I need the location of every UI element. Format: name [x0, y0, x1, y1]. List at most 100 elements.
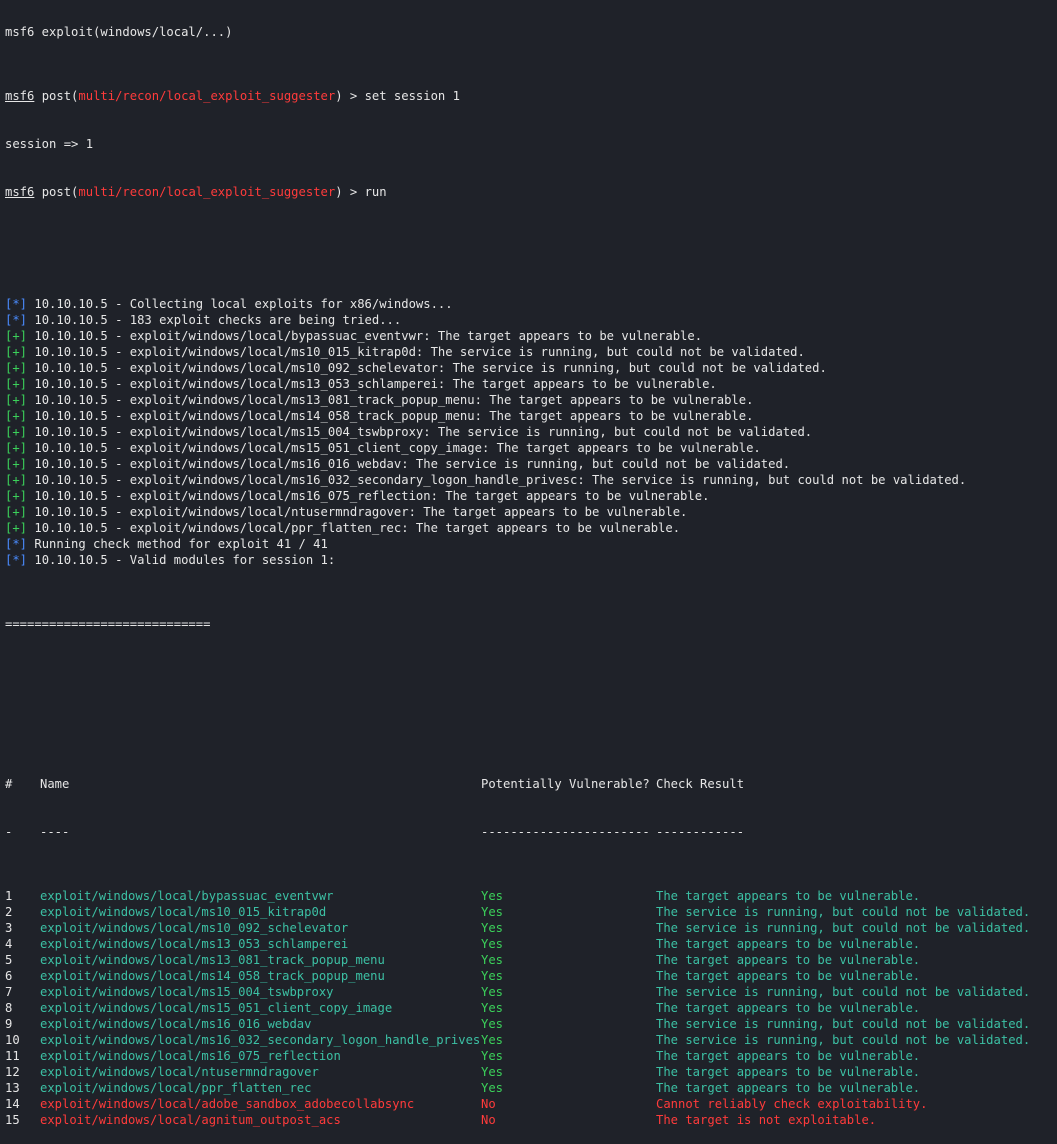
row-module-name: exploit/windows/local/ntusermndragover: [40, 1065, 319, 1079]
success-marker: [+]: [5, 345, 28, 359]
success-marker: [+]: [5, 521, 28, 535]
success-marker: [+]: [5, 505, 28, 519]
row-vulnerable: Yes: [481, 921, 504, 935]
row-vulnerable: Yes: [481, 1049, 504, 1063]
header-result: Check Result: [656, 777, 745, 791]
log-line: [+] 10.10.10.5 - exploit/windows/local/n…: [5, 504, 1057, 520]
table-row: 6 exploit/windows/local/ms14_058_track_po…: [5, 968, 1057, 984]
table-header-underline: - ---- ----------------------- ------------: [5, 824, 1057, 840]
table-row: 14 exploit/windows/local/adobe_sandbox_ad…: [5, 1096, 1057, 1112]
success-marker: [+]: [5, 425, 28, 439]
row-vulnerable: Yes: [481, 1017, 504, 1031]
header-num: #: [5, 777, 13, 791]
table-row: 15 exploit/windows/local/agnitum_outpost_…: [5, 1112, 1057, 1128]
table-row: 12 exploit/windows/local/ntusermndragover…: [5, 1064, 1057, 1080]
underline-vuln: -----------------------: [481, 825, 650, 839]
row-num: 10: [5, 1033, 20, 1047]
row-check-result: The target appears to be vulnerable.: [656, 969, 921, 983]
log-line: [+] 10.10.10.5 - exploit/windows/local/m…: [5, 360, 1057, 376]
row-num: 3: [5, 921, 13, 935]
table-row: 9 exploit/windows/local/ms16_016_webdav Ye…: [5, 1016, 1057, 1032]
row-num: 15: [5, 1113, 20, 1127]
log-line: [+] 10.10.10.5 - exploit/windows/local/m…: [5, 408, 1057, 424]
prompt-close: ) >: [335, 89, 365, 103]
command-line-set-session: msf6 post(multi/recon/local_exploit_sugg…: [5, 88, 1057, 104]
table-row: 5 exploit/windows/local/ms13_081_track_po…: [5, 952, 1057, 968]
log-text: 10.10.10.5 - exploit/windows/local/ms15_…: [27, 425, 813, 439]
row-vulnerable: No: [481, 1113, 496, 1127]
row-num: 4: [5, 937, 13, 951]
table-row: 3 exploit/windows/local/ms10_092_scheleva…: [5, 920, 1057, 936]
log-line: [+] 10.10.10.5 - exploit/windows/local/m…: [5, 488, 1057, 504]
row-num: 7: [5, 985, 13, 999]
success-marker: [+]: [5, 489, 28, 503]
log-line: [*] Running check method for exploit 41 …: [5, 536, 1057, 552]
row-vulnerable: Yes: [481, 969, 504, 983]
table-row: 4 exploit/windows/local/ms13_053_schlampe…: [5, 936, 1057, 952]
log-text: 10.10.10.5 - exploit/windows/local/ms15_…: [27, 441, 761, 455]
log-line: [*] 10.10.10.5 - Collecting local exploi…: [5, 296, 1057, 312]
prompt-post: post(: [34, 185, 79, 199]
command-text: set session 1: [364, 89, 460, 103]
success-marker: [+]: [5, 473, 28, 487]
success-marker: [+]: [5, 441, 28, 455]
row-check-result: The target appears to be vulnerable.: [656, 953, 921, 967]
row-num: 8: [5, 1001, 13, 1015]
underline-num: -: [5, 825, 13, 839]
underline-name: ----: [40, 825, 70, 839]
success-marker: [+]: [5, 377, 28, 391]
prompt-module: multi/recon/local_exploit_suggester: [78, 89, 336, 103]
prompt-module: multi/recon/local_exploit_suggester: [78, 185, 336, 199]
row-vulnerable: Yes: [481, 953, 504, 967]
log-text: 10.10.10.5 - Valid modules for session 1…: [27, 553, 336, 567]
table-row: 8 exploit/windows/local/ms15_051_client_c…: [5, 1000, 1057, 1016]
row-check-result: The target is not exploitable.: [656, 1113, 877, 1127]
table-row: 1 exploit/windows/local/bypassuac_eventvw…: [5, 888, 1057, 904]
row-num: 11: [5, 1049, 20, 1063]
log-text: 10.10.10.5 - exploit/windows/local/ms16_…: [27, 473, 967, 487]
log-line: [+] 10.10.10.5 - exploit/windows/local/m…: [5, 392, 1057, 408]
row-module-name: exploit/windows/local/bypassuac_eventvwr: [40, 889, 334, 903]
row-vulnerable: Yes: [481, 889, 504, 903]
info-marker: [*]: [5, 537, 28, 551]
row-check-result: The service is running, but could not be…: [656, 905, 1031, 919]
row-module-name: exploit/windows/local/ms13_053_schlamper…: [40, 937, 349, 951]
log-line: [+] 10.10.10.5 - exploit/windows/local/m…: [5, 472, 1057, 488]
success-marker: [+]: [5, 329, 28, 343]
terminal[interactable]: msf6 exploit(windows/local/...) msf6 pos…: [5, 0, 1057, 1144]
row-check-result: The service is running, but could not be…: [656, 1017, 1031, 1031]
row-check-result: The target appears to be vulnerable.: [656, 889, 921, 903]
row-module-name: exploit/windows/local/ppr_flatten_rec: [40, 1081, 312, 1095]
row-module-name: exploit/windows/local/ms15_004_tswbproxy: [40, 985, 334, 999]
log-line: [+] 10.10.10.5 - exploit/windows/local/p…: [5, 520, 1057, 536]
log-line: [+] 10.10.10.5 - exploit/windows/local/m…: [5, 440, 1057, 456]
row-check-result: The target appears to be vulnerable.: [656, 1081, 921, 1095]
row-vulnerable: Yes: [481, 1065, 504, 1079]
info-marker: [*]: [5, 553, 28, 567]
table-row: 7 exploit/windows/local/ms15_004_tswbprox…: [5, 984, 1057, 1000]
row-module-name: exploit/windows/local/ms14_058_track_pop…: [40, 969, 385, 983]
info-marker: [*]: [5, 297, 28, 311]
row-module-name: exploit/windows/local/ms10_092_schelevat…: [40, 921, 349, 935]
log-text: 10.10.10.5 - exploit/windows/local/ms13_…: [27, 393, 754, 407]
row-num: 1: [5, 889, 13, 903]
row-check-result: The target appears to be vulnerable.: [656, 1065, 921, 1079]
row-num: 6: [5, 969, 13, 983]
row-module-name: exploit/windows/local/agnitum_outpost_ac…: [40, 1113, 341, 1127]
success-marker: [+]: [5, 393, 28, 407]
row-check-result: The target appears to be vulnerable.: [656, 937, 921, 951]
row-check-result: The target appears to be vulnerable.: [656, 1001, 921, 1015]
log-text: 10.10.10.5 - exploit/windows/local/ms13_…: [27, 377, 717, 391]
log-text: 10.10.10.5 - exploit/windows/local/ms16_…: [27, 489, 710, 503]
table-row: 11 exploit/windows/local/ms16_075_reflect…: [5, 1048, 1057, 1064]
log-line: [*] 10.10.10.5 - 183 exploit checks are …: [5, 312, 1057, 328]
row-check-result: Cannot reliably check exploitability.: [656, 1097, 928, 1111]
row-module-name: exploit/windows/local/ms15_051_client_co…: [40, 1001, 393, 1015]
table-body: 1 exploit/windows/local/bypassuac_eventvw…: [5, 888, 1057, 1128]
log-line: [+] 10.10.10.5 - exploit/windows/local/m…: [5, 456, 1057, 472]
clipped-top-line: msf6 exploit(windows/local/...): [5, 25, 233, 39]
header-vuln: Potentially Vulnerable?: [481, 777, 650, 791]
